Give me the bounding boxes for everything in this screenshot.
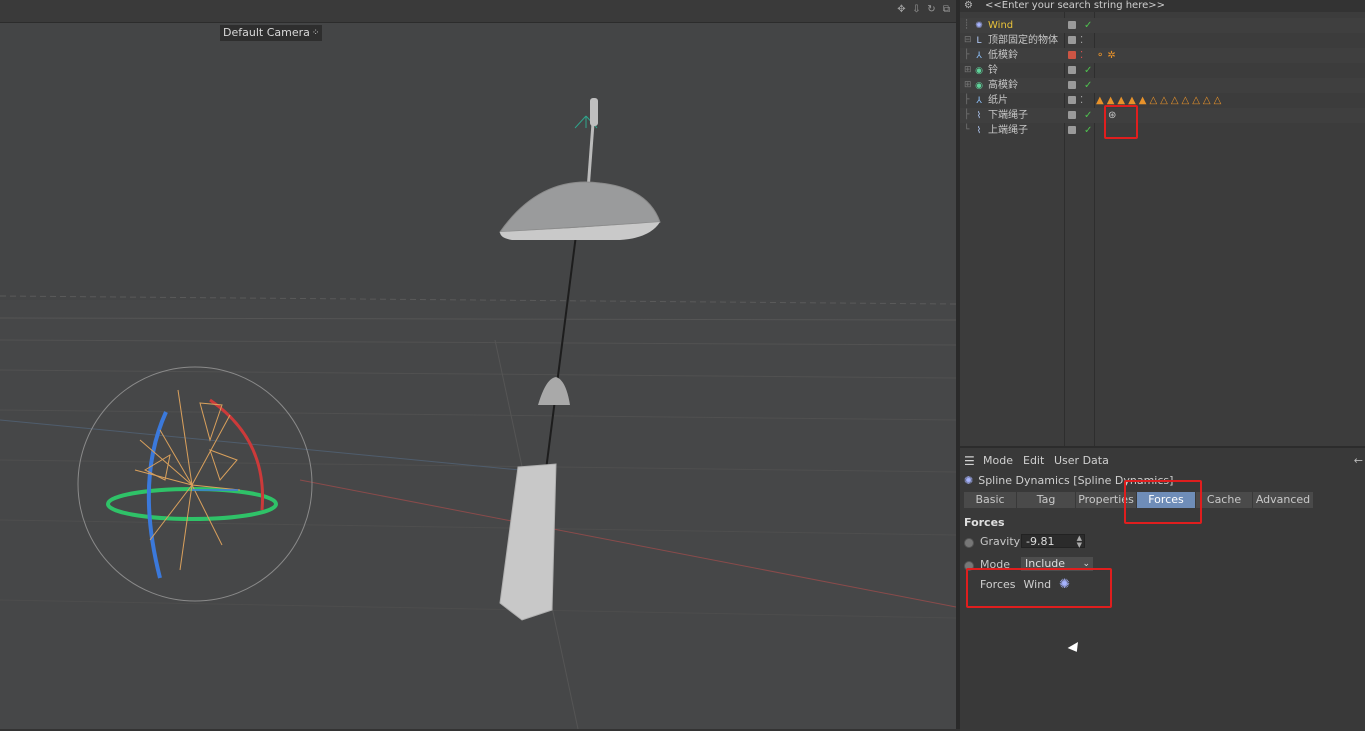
visibility-toggle[interactable]: [1068, 66, 1076, 74]
visibility-toggle[interactable]: [1068, 111, 1076, 119]
object-row-lowpoly-bell[interactable]: ├ ⅄ 低模鈴 ⁚ ⚬✲: [960, 48, 1365, 63]
enabled-check[interactable]: ✓: [1084, 123, 1092, 138]
enabled-check[interactable]: ✓: [1084, 63, 1092, 78]
visibility-toggle[interactable]: [1068, 126, 1076, 134]
visibility-toggle[interactable]: [1068, 36, 1076, 44]
object-row-bell[interactable]: ⊞ ◉ 铃 ✓: [960, 63, 1365, 78]
visibility-toggle[interactable]: [1068, 81, 1076, 89]
rotate-icon[interactable]: ↻: [926, 4, 937, 15]
tree-line: ├: [964, 110, 970, 120]
tab-advanced[interactable]: Advanced: [1253, 492, 1313, 508]
object-manager: ⚙ <<Enter your search string here>> ┊ ✺ …: [960, 0, 1365, 446]
object-icon: ◉: [975, 81, 983, 91]
tree-line: ├: [964, 50, 970, 60]
tab-tag[interactable]: Tag: [1017, 492, 1075, 508]
stepper-icon[interactable]: ▲ ▼: [1077, 535, 1082, 549]
3d-viewport[interactable]: ✥ ⇩ ↻ ⧉ Default Camera ⁘: [0, 0, 956, 729]
object-name: Wind: [988, 20, 1014, 31]
enabled-check[interactable]: ✓: [1084, 78, 1092, 93]
search-input[interactable]: <<Enter your search string here>>: [985, 0, 1165, 12]
section-heading: Forces: [964, 516, 1005, 529]
camera-dots-icon: ⁘: [311, 28, 320, 38]
highlight-box-forces-tab: [1124, 480, 1202, 524]
expand-icon[interactable]: ⊞: [964, 63, 972, 78]
expand-icon[interactable]: ⊟: [964, 33, 972, 48]
object-row-top-fixed[interactable]: ⊟ L 顶部固定的物体 ⁚: [960, 33, 1365, 48]
object-row-lower-rope[interactable]: ├ ⌇ 下端绳子 ✓ ⊛: [960, 108, 1365, 123]
joint-icon: ⅄: [976, 51, 982, 61]
menu-edit[interactable]: Edit: [1023, 452, 1044, 470]
search-bar[interactable]: ⚙ <<Enter your search string here>>: [960, 0, 1365, 12]
highlight-box-tag: [1104, 105, 1138, 139]
highlight-box-forces-list: [966, 568, 1112, 608]
enabled-check[interactable]: ✓: [1084, 108, 1092, 123]
tree-line: └: [964, 125, 970, 135]
object-name: 纸片: [988, 95, 1008, 106]
menu-icon[interactable]: ☰: [964, 452, 975, 470]
object-name: 下端绳子: [988, 110, 1028, 121]
attribute-manager: ☰ Mode Edit User Data ← ✺ Spline Dynamic…: [960, 446, 1365, 731]
object-row-wind[interactable]: ┊ ✺ Wind ✓: [960, 18, 1365, 33]
move-icon[interactable]: ✥: [896, 4, 907, 15]
tab-cache[interactable]: Cache: [1196, 492, 1252, 508]
animate-radio[interactable]: [964, 538, 974, 548]
wind-icon: ✺: [975, 21, 983, 31]
null-icon: L: [976, 36, 982, 46]
object-name: 上端绳子: [988, 125, 1028, 136]
tree-line: ├: [964, 95, 970, 105]
render-dots[interactable]: ⁚: [1080, 33, 1083, 48]
tab-basic[interactable]: Basic: [964, 492, 1016, 508]
expand-icon[interactable]: ⊞: [964, 78, 972, 93]
gravity-input[interactable]: -9.81 ▲ ▼: [1021, 534, 1085, 549]
gravity-field: Gravity -9.81 ▲ ▼: [964, 534, 1164, 550]
gravity-value: -9.81: [1026, 535, 1055, 548]
enabled-check[interactable]: ✓: [1084, 18, 1092, 33]
attribute-menu-bar: ☰ Mode Edit User Data ←: [960, 452, 1365, 470]
viewport-toolbar: ✥ ⇩ ↻ ⧉: [0, 0, 956, 23]
camera-label-text: Default Camera: [223, 26, 310, 39]
object-name: 铃: [988, 65, 998, 76]
camera-label[interactable]: Default Camera ⁘: [220, 25, 323, 41]
object-row-paper[interactable]: ├ ⅄ 纸片 ⁚ ▲▲▲▲▲△△△△△△△: [960, 93, 1365, 108]
object-name: 顶部固定的物体: [988, 35, 1058, 46]
spline-icon: ⌇: [976, 111, 982, 121]
tag-list[interactable]: ⚬✲: [1096, 48, 1119, 63]
gravity-label: Gravity: [980, 535, 1021, 548]
object-row-upper-rope[interactable]: └ ⌇ 上端绳子 ✓: [960, 123, 1365, 138]
gear-icon[interactable]: ⚙: [964, 0, 973, 12]
object-name: 高模鈴: [988, 80, 1018, 91]
down-arrow-icon[interactable]: ⇩: [911, 4, 922, 15]
viewport-scene: [0, 98, 956, 729]
spline-icon: ⌇: [976, 126, 982, 136]
maximize-icon[interactable]: ⧉: [941, 4, 952, 15]
tree-line: ┊: [964, 20, 970, 30]
back-arrow-icon[interactable]: ←: [1354, 452, 1363, 470]
render-dots[interactable]: ⁚: [1080, 48, 1083, 63]
visibility-toggle[interactable]: [1068, 51, 1076, 59]
menu-mode[interactable]: Mode: [983, 452, 1013, 470]
menu-user-data[interactable]: User Data: [1054, 452, 1109, 470]
object-icon: ◉: [975, 66, 983, 76]
object-row-highpoly-bell[interactable]: ⊞ ◉ 高模鈴 ✓: [960, 78, 1365, 93]
visibility-toggle[interactable]: [1068, 21, 1076, 29]
render-dots[interactable]: ⁚: [1080, 93, 1083, 108]
joint-icon: ⅄: [976, 96, 982, 106]
visibility-toggle[interactable]: [1068, 96, 1076, 104]
spline-dynamics-icon: ✺: [964, 474, 974, 487]
object-name: 低模鈴: [988, 50, 1018, 61]
